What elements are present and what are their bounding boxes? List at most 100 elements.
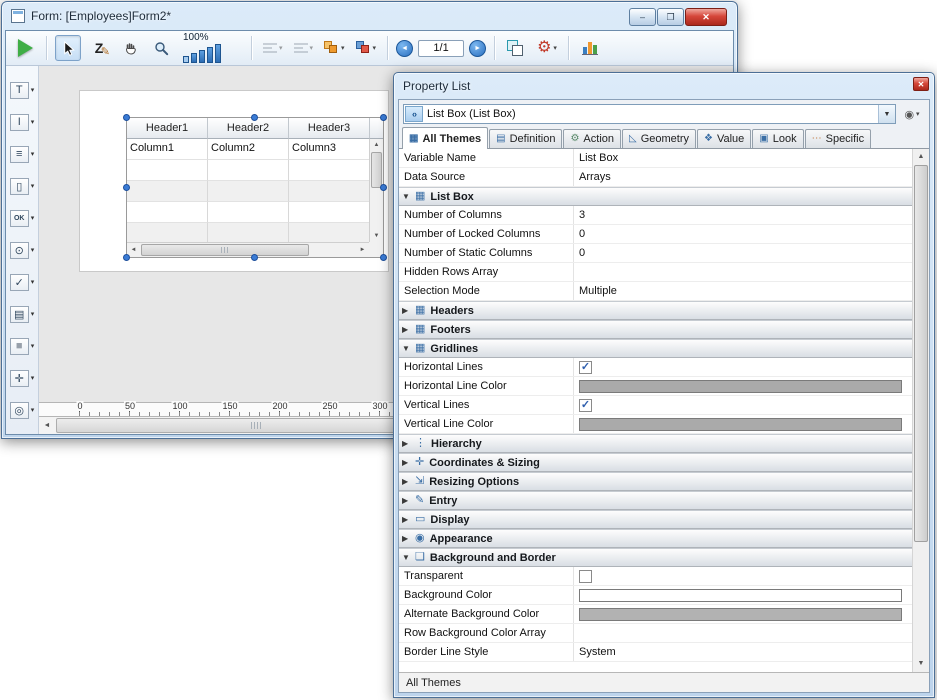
listbox-cell[interactable] [208, 160, 289, 181]
disclosure-collapsed-icon[interactable]: ▶ [402, 325, 413, 334]
disclosure-collapsed-icon[interactable]: ▶ [402, 306, 413, 315]
chevron-down-icon[interactable]: ▾ [31, 278, 35, 286]
zoom-bars-icon[interactable] [183, 44, 221, 63]
selection-handle[interactable] [123, 254, 130, 261]
section-headers[interactable]: ▶▦Headers [399, 301, 912, 320]
section-coordinates-sizing[interactable]: ▶✛Coordinates & Sizing [399, 453, 912, 472]
section-gridlines[interactable]: ▼▦Gridlines [399, 339, 912, 358]
color-swatch[interactable] [579, 589, 902, 602]
property-value[interactable]: System [574, 643, 912, 661]
chevron-down-icon[interactable]: ▾ [310, 44, 314, 52]
selection-handle[interactable] [123, 184, 130, 191]
disclosure-collapsed-icon[interactable]: ▶ [402, 477, 413, 486]
chevron-down-icon[interactable]: ▾ [31, 406, 35, 414]
property-value[interactable] [574, 263, 912, 281]
scroll-down-icon[interactable]: ▼ [370, 230, 383, 242]
text-tool[interactable]: T▾ [6, 74, 38, 106]
button-tool[interactable]: OK▾ [6, 202, 38, 234]
section-entry[interactable]: ▶✎Entry [399, 491, 912, 510]
scrollbar-thumb[interactable] [371, 152, 382, 188]
chevron-down-icon[interactable]: ▾ [341, 44, 345, 52]
property-value[interactable]: ✓ [574, 358, 912, 376]
listbox-cell[interactable] [289, 160, 370, 181]
scroll-right-icon[interactable]: ► [356, 243, 369, 257]
selection-handle[interactable] [123, 114, 130, 121]
tab-value[interactable]: ❖Value [697, 129, 751, 148]
tab-action[interactable]: ⚙Action [563, 129, 621, 148]
close-button[interactable]: ✕ [685, 8, 727, 26]
input-tool[interactable]: I▾ [6, 106, 38, 138]
property-value[interactable] [574, 605, 912, 623]
scroll-up-icon[interactable]: ▲ [913, 149, 929, 165]
next-page-button[interactable]: ► [469, 40, 486, 57]
line-tool[interactable]: ≡▾ [6, 138, 38, 170]
chevron-down-icon[interactable]: ▾ [31, 118, 35, 126]
color-swatch[interactable] [579, 418, 902, 431]
chevron-down-icon[interactable]: ▾ [31, 150, 35, 158]
listbox-cell[interactable] [127, 181, 208, 202]
section-resizing-options[interactable]: ▶⇲Resizing Options [399, 472, 912, 491]
chevron-down-icon[interactable]: ▾ [31, 342, 35, 350]
selection-handle[interactable] [251, 254, 258, 261]
chevron-down-icon[interactable]: ▼ [878, 105, 895, 123]
plugin-tool[interactable]: ◎▾ [6, 394, 38, 426]
listbox-cell[interactable] [208, 181, 289, 202]
chart-button[interactable] [577, 35, 603, 61]
disclosure-expanded-icon[interactable]: ▼ [402, 344, 413, 353]
checkbox[interactable]: ✓ [579, 399, 592, 412]
disclosure-collapsed-icon[interactable]: ▶ [402, 534, 413, 543]
listbox-cell[interactable] [127, 202, 208, 223]
color-button[interactable]: ▾ [353, 39, 380, 57]
selection-handle[interactable] [380, 254, 387, 261]
listbox-vertical-scrollbar[interactable]: ▲ ▼ [369, 139, 383, 242]
field-tool[interactable]: ▯▾ [6, 170, 38, 202]
duplicate-button[interactable]: ▾ [321, 39, 348, 57]
distribute-button[interactable]: ▾ [291, 41, 317, 55]
form-window-titlebar[interactable]: Form: [Employees]Form2* [2, 2, 737, 29]
chevron-down-icon[interactable]: ▾ [31, 374, 35, 382]
section-hierarchy[interactable]: ▶⋮Hierarchy [399, 434, 912, 453]
property-value[interactable] [574, 377, 912, 395]
chevron-down-icon[interactable]: ▾ [31, 214, 35, 222]
listbox-cell[interactable]: Column1 [127, 139, 208, 160]
property-value[interactable]: ✓ [574, 396, 912, 414]
listbox-cell[interactable] [127, 160, 208, 181]
list-box-tool[interactable]: ▤▾ [6, 298, 38, 330]
settings-button[interactable]: ⚙ ▾ [534, 38, 560, 58]
chevron-down-icon[interactable]: ▾ [31, 246, 35, 254]
listbox-cell[interactable]: Column3 [289, 139, 370, 160]
chevron-down-icon[interactable]: ▾ [279, 44, 283, 52]
object-selector-dropdown[interactable]: ‹› List Box (List Box) ▼ [403, 104, 896, 124]
property-value[interactable] [574, 586, 912, 604]
disclosure-collapsed-icon[interactable]: ▶ [402, 458, 413, 467]
listbox-cell[interactable] [127, 223, 208, 244]
listbox-header-cell[interactable]: Header3 [289, 118, 370, 139]
prev-page-button[interactable]: ◄ [396, 40, 413, 57]
tab-geometry[interactable]: ◺Geometry [622, 129, 696, 148]
property-value[interactable] [574, 624, 912, 642]
rectangle-tool[interactable]: ■▾ [6, 330, 38, 362]
listbox-cell[interactable] [289, 202, 370, 223]
chevron-down-icon[interactable]: ▾ [31, 310, 35, 318]
listbox-header-cell[interactable]: Header2 [208, 118, 289, 139]
selection-handle[interactable] [380, 114, 387, 121]
disclosure-expanded-icon[interactable]: ▼ [402, 553, 413, 562]
checkbox[interactable]: ✓ [579, 361, 592, 374]
view-options-button[interactable]: ◉ ▾ [899, 104, 925, 124]
section-appearance[interactable]: ▶◉Appearance [399, 529, 912, 548]
hand-tool-button[interactable] [117, 35, 143, 61]
chevron-down-icon[interactable]: ▾ [31, 86, 35, 94]
property-value[interactable]: 0 [574, 244, 912, 262]
listbox-cell[interactable]: Column2 [208, 139, 289, 160]
checkbox-tool[interactable]: ✓▾ [6, 266, 38, 298]
tab-specific[interactable]: ⋯Specific [805, 129, 872, 148]
tab-look[interactable]: ▣Look [752, 129, 803, 148]
scroll-down-icon[interactable]: ▼ [913, 656, 929, 672]
selection-handle[interactable] [380, 184, 387, 191]
listbox-cell[interactable] [289, 181, 370, 202]
property-value[interactable]: 3 [574, 206, 912, 224]
disclosure-collapsed-icon[interactable]: ▶ [402, 515, 413, 524]
chevron-down-icon[interactable]: ▾ [553, 44, 557, 52]
scrollbar-thumb[interactable] [914, 165, 928, 542]
listbox-cell[interactable] [208, 223, 289, 244]
